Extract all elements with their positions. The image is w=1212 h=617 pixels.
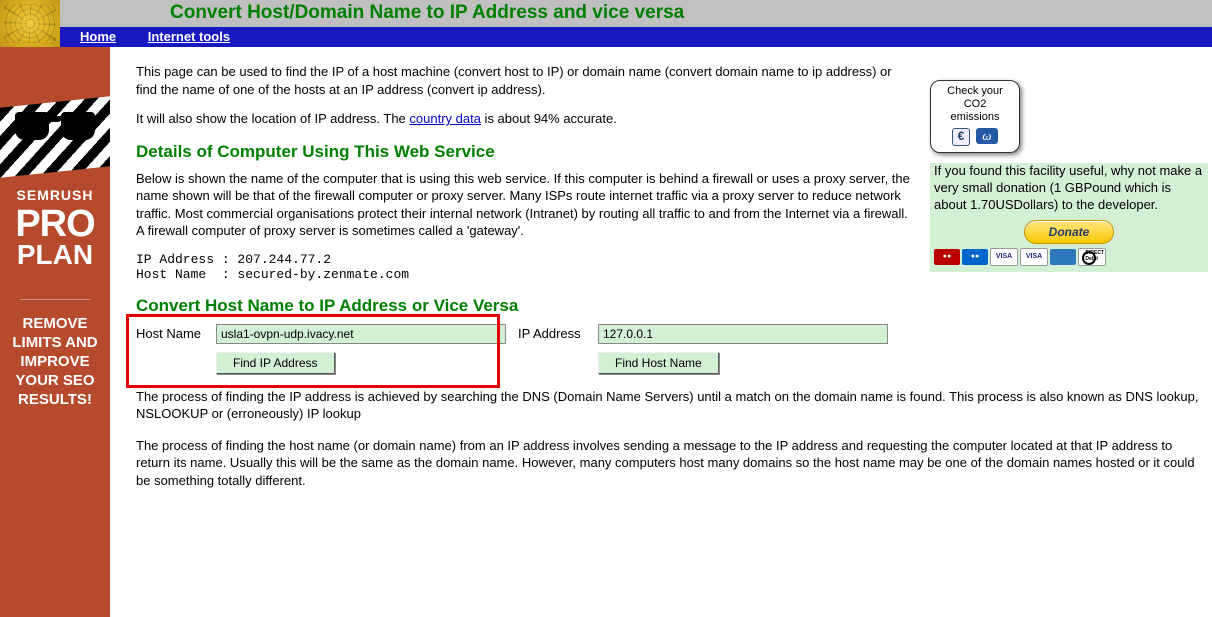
ad-plan: PLAN bbox=[0, 241, 110, 269]
visa-icon: VISA bbox=[990, 248, 1018, 266]
ip-address-input[interactable] bbox=[598, 324, 888, 344]
donate-box: If you found this facility useful, why n… bbox=[930, 163, 1208, 272]
co2-widget[interactable]: Check your CO2 emissions € ω bbox=[930, 80, 1020, 153]
find-host-button[interactable]: Find Host Name bbox=[598, 352, 719, 374]
explain-paragraph-1: The process of finding the IP address is… bbox=[136, 388, 1206, 423]
explain-paragraph-2: The process of finding the host name (or… bbox=[136, 437, 1206, 490]
sunglasses-icon bbox=[15, 112, 95, 146]
site-logo[interactable] bbox=[0, 0, 60, 47]
left-ad-sidebar: SEMRUSH PRO PLAN REMOVE LIMITS AND IMPRO… bbox=[0, 47, 110, 617]
page-title: Convert Host/Domain Name to IP Address a… bbox=[0, 0, 1212, 24]
maestro-icon: ●● bbox=[962, 249, 988, 265]
ad-pro: PRO bbox=[0, 207, 110, 241]
nav-internet-tools[interactable]: Internet tools bbox=[148, 27, 230, 47]
w-icon: ω bbox=[976, 128, 998, 144]
host-name-label: Host Name bbox=[136, 326, 216, 341]
nav-bar: Home Internet tools bbox=[0, 27, 1212, 47]
ad-tagline: REMOVE LIMITS AND IMPROVE YOUR SEO RESUL… bbox=[0, 314, 110, 409]
payment-cards: ●● ●● VISA VISA DIRECTDebit bbox=[934, 248, 1204, 266]
euro-icon: € bbox=[952, 128, 970, 146]
mastercard-icon: ●● bbox=[934, 249, 960, 265]
ad-brand: SEMRUSH bbox=[0, 187, 110, 203]
donate-text: If you found this facility useful, why n… bbox=[934, 163, 1202, 212]
nav-home[interactable]: Home bbox=[80, 27, 116, 47]
details-paragraph: Below is shown the name of the computer … bbox=[136, 170, 916, 240]
intro-paragraph-1: This page can be used to find the IP of … bbox=[136, 63, 916, 98]
header-bar: Convert Host/Domain Name to IP Address a… bbox=[0, 0, 1212, 27]
amex-icon bbox=[1050, 249, 1076, 265]
host-name-input[interactable] bbox=[216, 324, 506, 344]
country-data-link[interactable]: country data bbox=[409, 111, 481, 126]
intro-paragraph-2: It will also show the location of IP add… bbox=[136, 110, 916, 128]
find-ip-button[interactable]: Find IP Address bbox=[216, 352, 335, 374]
directdebit-icon: DIRECTDebit bbox=[1078, 248, 1106, 266]
visa2-icon: VISA bbox=[1020, 248, 1048, 266]
donate-button[interactable]: Donate bbox=[1024, 220, 1114, 244]
convert-heading: Convert Host Name to IP Address or Vice … bbox=[136, 296, 1212, 316]
ip-address-label: IP Address bbox=[518, 326, 598, 341]
semrush-ad[interactable]: SEMRUSH PRO PLAN REMOVE LIMITS AND IMPRO… bbox=[0, 47, 110, 617]
